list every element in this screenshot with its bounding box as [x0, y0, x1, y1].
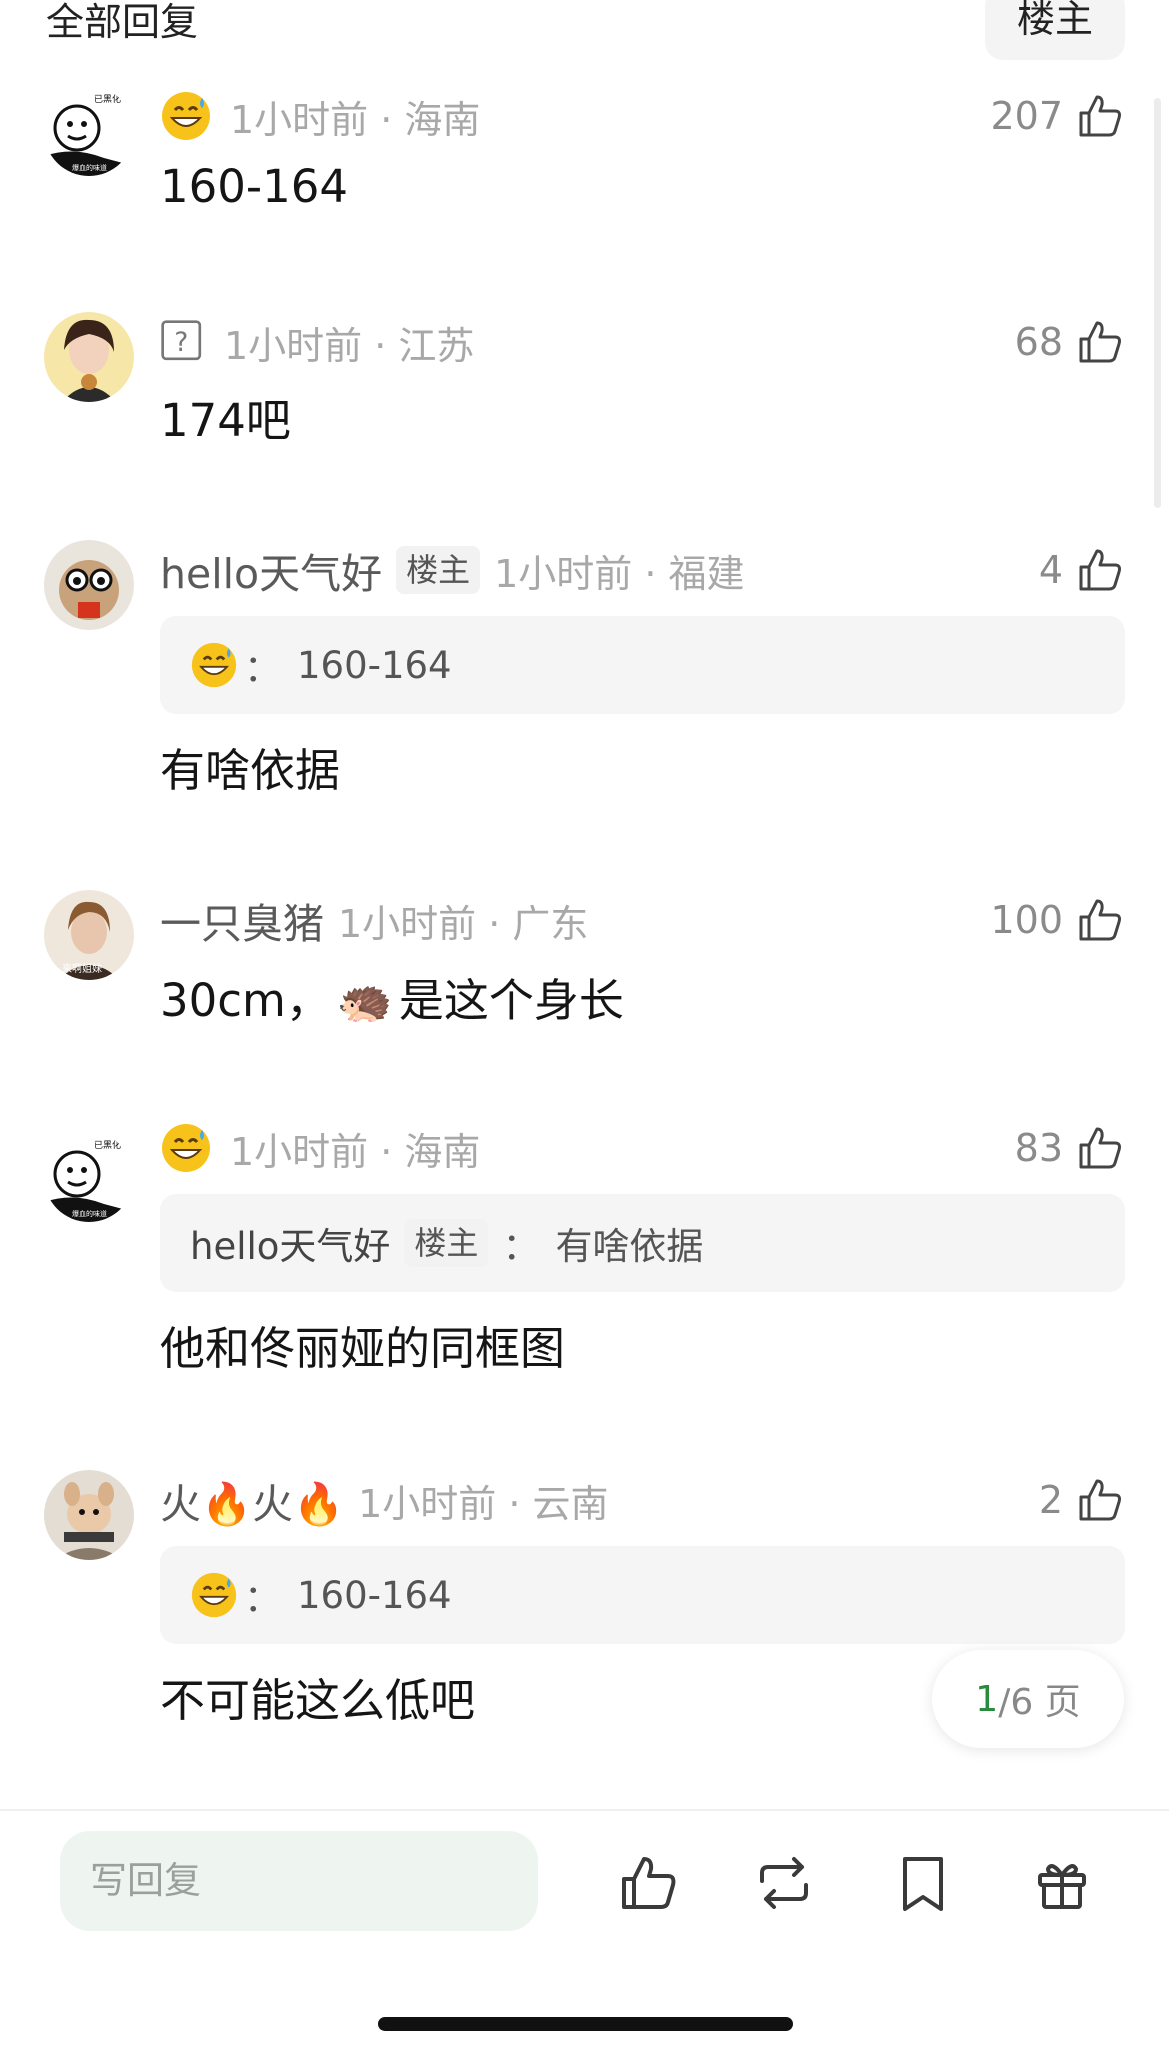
current-page: 1	[975, 1678, 999, 1720]
comment-time-location: 1小时前 · 福建	[494, 551, 745, 596]
comment-text: 有啥依据	[160, 744, 341, 797]
comment-meta: hello天气好 楼主 1小时前 · 福建	[160, 540, 745, 600]
quoted-reply[interactable]: hello天气好 楼主 ： 有啥依据	[160, 1194, 1125, 1292]
like-count: 4	[1038, 548, 1063, 592]
avatar[interactable]	[44, 540, 134, 630]
comment-text: 他和佟丽娅的同框图	[160, 1322, 566, 1375]
thumbs-up-icon	[1079, 321, 1121, 363]
reply-input[interactable]: 写回复	[60, 1831, 538, 1931]
like-count: 2	[1038, 1478, 1063, 1522]
grin-sweat-emoji	[191, 642, 237, 688]
scrollbar[interactable]	[1154, 98, 1161, 508]
quote-separator: ：	[502, 1225, 540, 1268]
thumbs-up-icon	[1079, 95, 1121, 137]
quote-text: 160-164	[297, 643, 452, 687]
like-button[interactable]: 83	[1015, 1118, 1125, 1178]
like-count: 100	[990, 898, 1063, 942]
like-button[interactable]: 68	[1015, 312, 1125, 372]
comment-meta: 一只臭猪 1小时前 · 广东	[160, 890, 588, 950]
svg-text:?: ?	[174, 327, 188, 358]
like-count: 83	[1014, 1126, 1063, 1170]
thumbs-up-icon	[1079, 899, 1121, 941]
owner-badge: 楼主	[396, 546, 481, 594]
comment-text: 30cm， 🦔 是这个身长	[160, 974, 624, 1027]
comment-text: 不可能这么低吧	[160, 1674, 476, 1727]
like-count: 207	[990, 94, 1063, 138]
unknown-badge-icon: ?	[161, 320, 202, 361]
quote-text: 160-164	[297, 1573, 452, 1617]
comment-time-location: 1小时前 · 江苏	[224, 323, 475, 368]
svg-text:已黑化: 已黑化	[94, 1139, 121, 1151]
like-button[interactable]: 4	[1039, 540, 1125, 600]
grin-sweat-emoji	[162, 1124, 210, 1172]
avatar[interactable]	[44, 1470, 134, 1560]
avatar[interactable]: 已黑化 爆血的味道	[44, 86, 134, 176]
avatar[interactable]: 来啊姐妹	[44, 890, 134, 980]
grin-sweat-emoji	[162, 92, 210, 140]
page-title: 全部回复	[46, 0, 199, 44]
quote-username: hello天气好	[190, 1225, 391, 1268]
like-count: 68	[1014, 320, 1063, 364]
comment-meta: ? 1小时前 · 江苏	[160, 312, 474, 372]
comment-meta: 1小时前 · 海南	[160, 1118, 480, 1178]
comment-time-location: 1小时前 · 海南	[230, 97, 481, 142]
username[interactable]: 火🔥火🔥	[160, 1470, 344, 1530]
quote-text: 有啥依据	[555, 1225, 704, 1268]
avatar[interactable]: 已黑化 爆血的味道	[44, 1132, 134, 1222]
thumbs-up-icon	[1079, 549, 1121, 591]
divider	[0, 1809, 1169, 1811]
username[interactable]: 一只臭猪	[160, 890, 324, 950]
comment-text: 174吧	[160, 394, 291, 447]
quoted-reply[interactable]: ： 160-164	[160, 616, 1125, 714]
bookmark-icon[interactable]	[891, 1851, 955, 1915]
total-pages: /6 页	[998, 1682, 1081, 1723]
gift-icon[interactable]	[1030, 1851, 1094, 1915]
owner-filter-button[interactable]: 楼主	[985, 0, 1125, 60]
page-indicator[interactable]: 1 /6 页	[932, 1650, 1124, 1748]
owner-badge: 楼主	[404, 1219, 489, 1267]
comment-time-location: 1小时前 · 广东	[338, 901, 589, 946]
repost-icon[interactable]	[752, 1851, 816, 1915]
quote-separator: ：	[244, 1577, 281, 1620]
grin-sweat-emoji	[191, 1572, 237, 1618]
username[interactable]: hello天气好	[160, 540, 382, 600]
comment-text: 160-164	[160, 160, 349, 213]
quoted-reply[interactable]: ： 160-164	[160, 1546, 1125, 1644]
hedgehog-emoji: 🦔	[336, 974, 393, 1027]
svg-text:爆血的味道: 爆血的味道	[72, 1209, 107, 1218]
comment-meta: 1小时前 · 海南	[160, 86, 480, 146]
home-indicator[interactable]	[378, 2017, 793, 2031]
thumbs-up-icon	[1079, 1127, 1121, 1169]
avatar[interactable]	[44, 312, 134, 402]
thumbs-up-icon[interactable]	[616, 1851, 680, 1915]
thumbs-up-icon	[1079, 1479, 1121, 1521]
like-button[interactable]: 207	[990, 86, 1125, 146]
svg-text:爆血的味道: 爆血的味道	[72, 163, 107, 172]
like-button[interactable]: 2	[1039, 1470, 1125, 1530]
comment-time-location: 1小时前 · 海南	[230, 1129, 481, 1174]
like-button[interactable]: 100	[990, 890, 1125, 950]
quote-separator: ：	[244, 647, 281, 690]
svg-text:已黑化: 已黑化	[94, 93, 121, 105]
comment-time-location: 1小时前 · 云南	[358, 1481, 609, 1526]
svg-text:来啊姐妹: 来啊姐妹	[62, 962, 102, 975]
comment-meta: 火🔥火🔥 1小时前 · 云南	[160, 1470, 609, 1530]
